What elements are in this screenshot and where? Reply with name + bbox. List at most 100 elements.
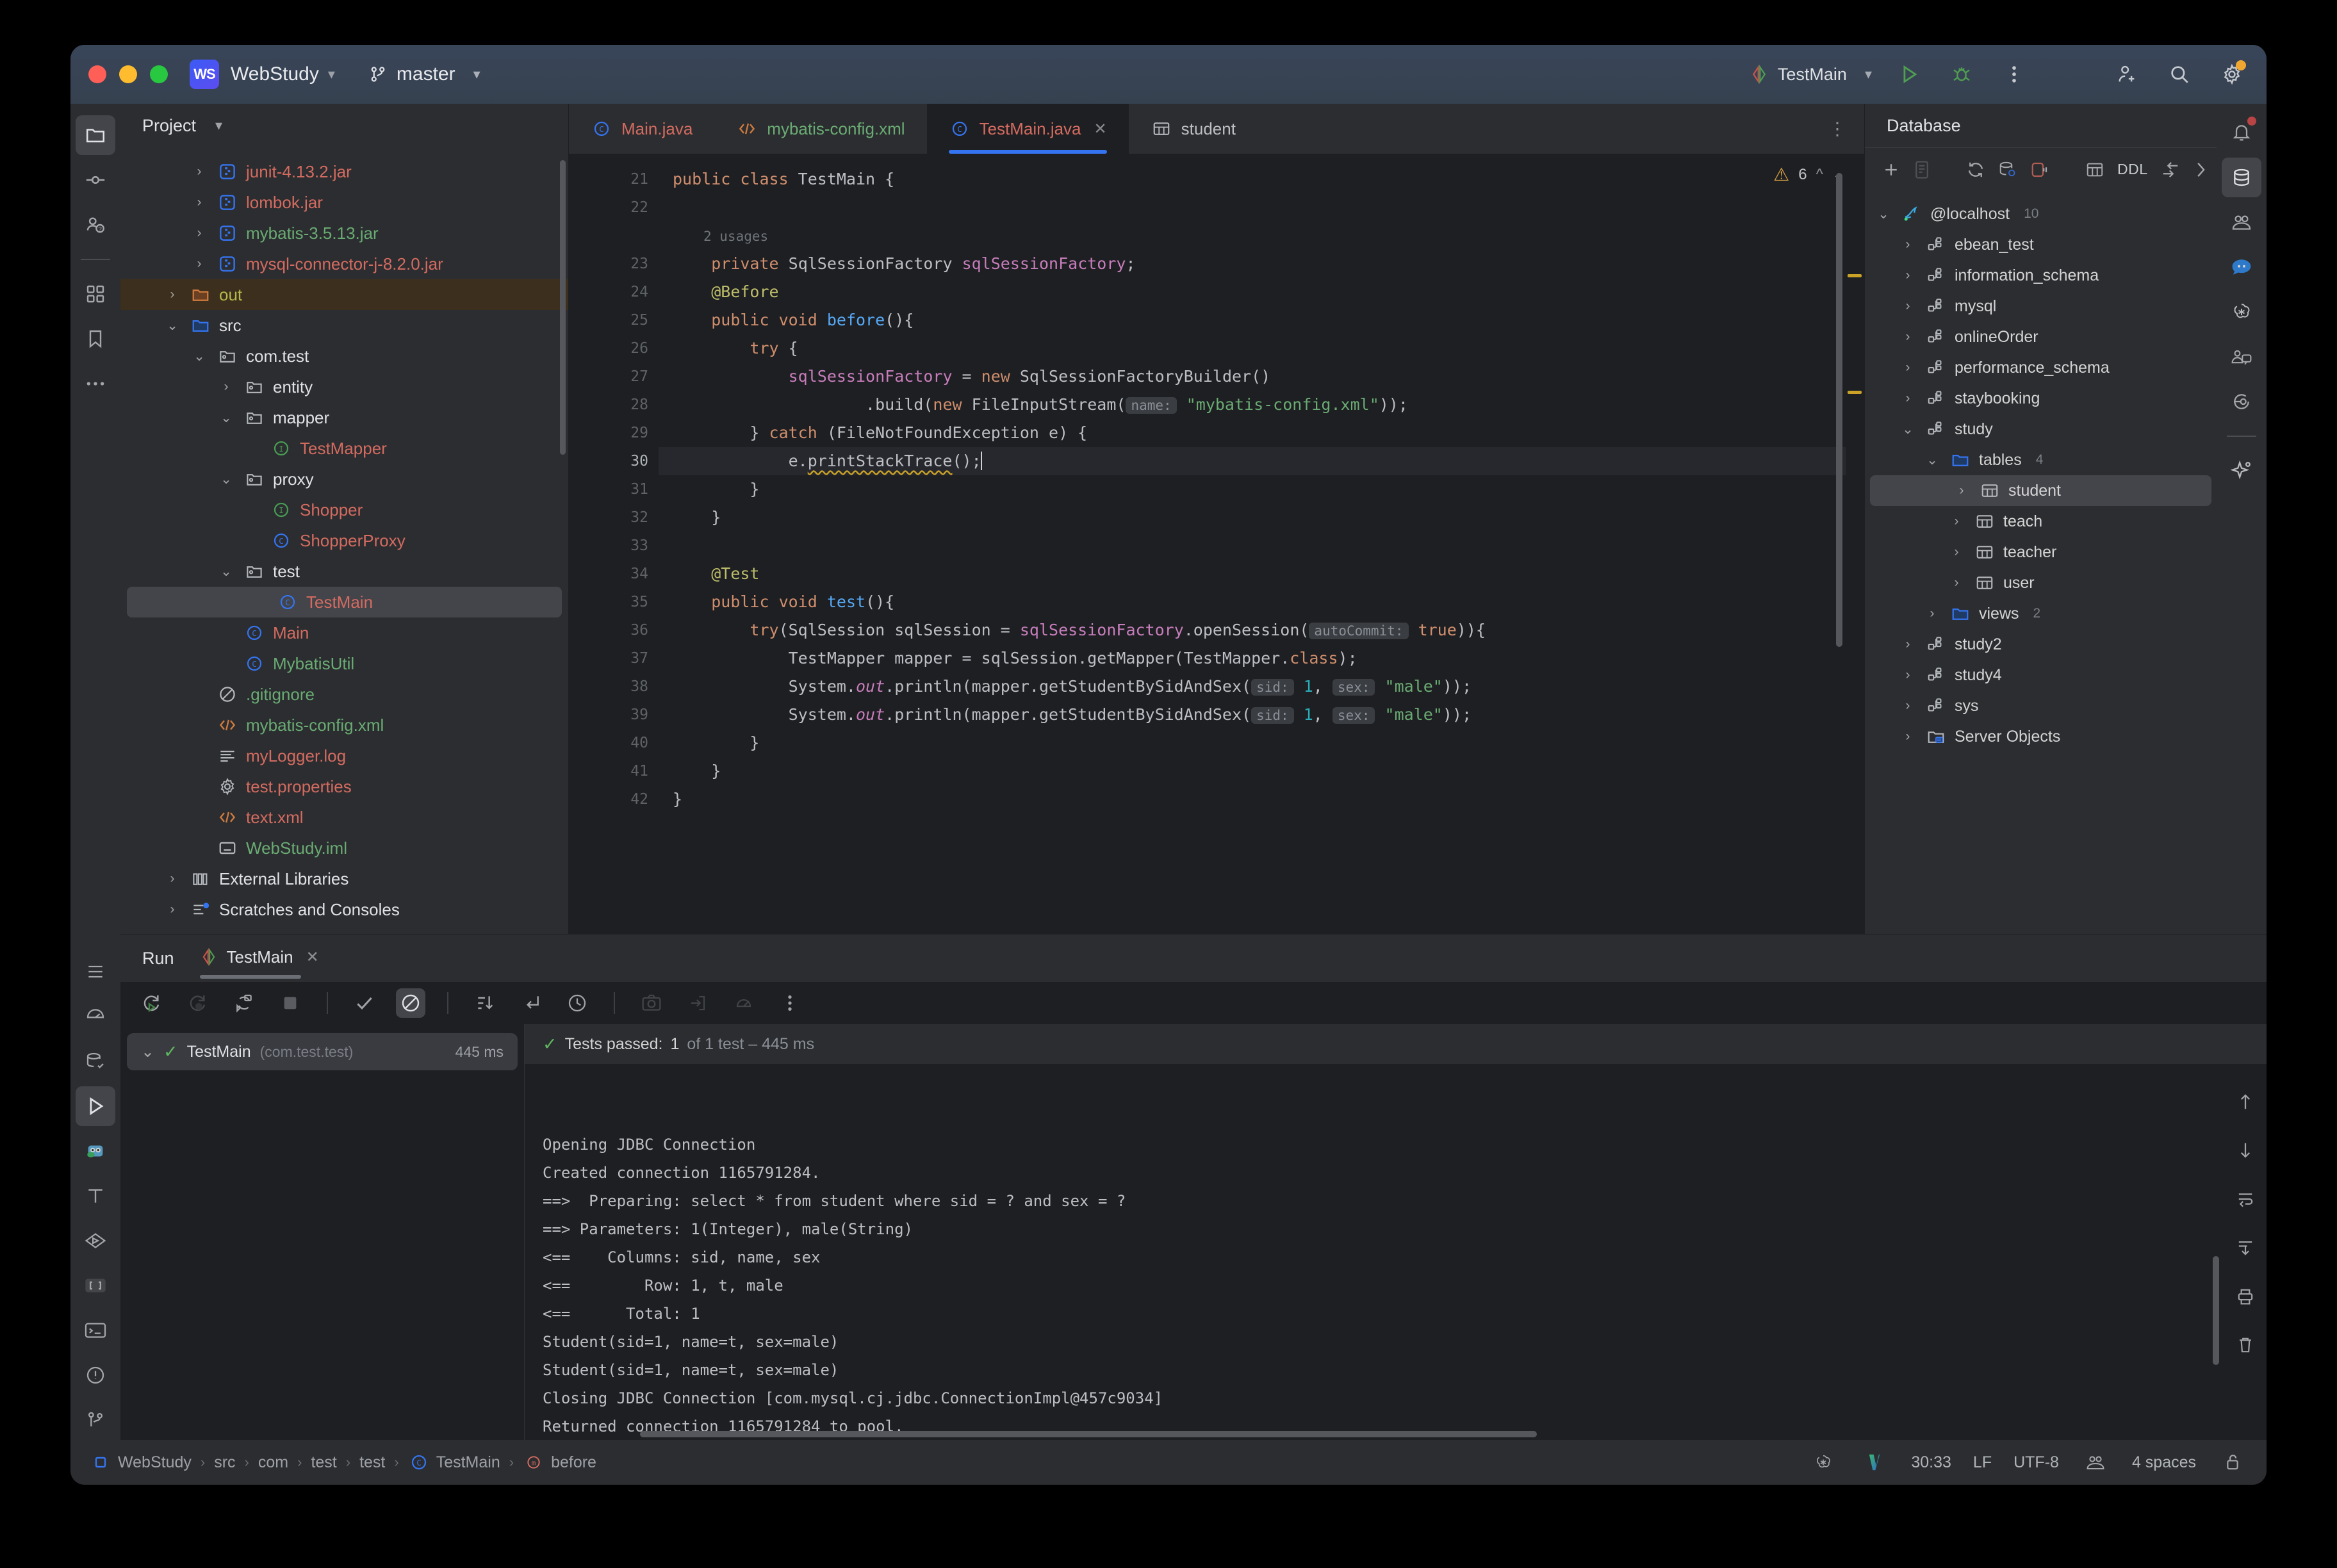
breadcrumb-item-test[interactable]: test xyxy=(359,1453,385,1472)
project-tree-item-mapper[interactable]: ⌄mapper xyxy=(120,402,568,433)
line-separator[interactable]: LF xyxy=(1973,1453,1992,1472)
database-tree-item-onlineorder[interactable]: ›onlineOrder xyxy=(1865,322,2217,352)
close-icon[interactable]: ✕ xyxy=(1094,120,1107,138)
breadcrumb-item-before[interactable]: mbefore xyxy=(523,1451,596,1473)
console-h-scrollbar[interactable] xyxy=(525,1431,2224,1437)
line-number-35[interactable]: 35 xyxy=(569,588,648,616)
project-tree-item-mybatis-config-xml[interactable]: mybatis-config.xml xyxy=(120,710,568,740)
project-tree-item-webstudy-iml[interactable]: WebStudy.iml xyxy=(120,833,568,863)
chevron-right-icon[interactable]: › xyxy=(1898,298,1917,314)
problems-tool-icon[interactable] xyxy=(76,1355,115,1395)
file-encoding[interactable]: UTF-8 xyxy=(2013,1453,2059,1472)
line-number-36[interactable]: 36 xyxy=(569,616,648,644)
more-actions-button[interactable] xyxy=(1999,59,2030,90)
line-number-28[interactable]: 28 xyxy=(569,391,648,419)
chevron-right-icon[interactable]: › xyxy=(190,195,209,210)
code-line[interactable]: public void test(){ xyxy=(659,588,1864,616)
database-tree-item-views[interactable]: ›views2 xyxy=(1865,598,2217,629)
chevron-right-icon[interactable]: › xyxy=(1898,637,1917,652)
code-with-me-icon[interactable] xyxy=(2222,337,2261,377)
chevron-down-icon[interactable]: ⌄ xyxy=(217,564,236,580)
project-tree-item-mysql-connector-j-8-2-0-jar[interactable]: ›mysql-connector-j-8.2.0.jar xyxy=(120,249,568,279)
line-number-41[interactable]: 41 xyxy=(569,757,648,785)
chevron-down-icon[interactable]: ⌄ xyxy=(217,471,236,487)
toggle-auto-test-button[interactable] xyxy=(229,988,259,1018)
line-number-38[interactable]: 38 xyxy=(569,673,648,701)
chevron-right-icon[interactable]: › xyxy=(1898,729,1917,744)
ddl-button[interactable]: DDL xyxy=(2117,161,2148,178)
code-hint-line[interactable]: 2 usages xyxy=(659,222,1864,250)
hide-ignored-button[interactable] xyxy=(396,988,425,1018)
code-line[interactable]: public void before(){ xyxy=(659,306,1864,334)
run-tab[interactable]: TestMain ✕ xyxy=(200,947,319,970)
build-tool-icon[interactable] xyxy=(76,1176,115,1216)
line-number-39[interactable]: 39 xyxy=(569,701,648,729)
code-line[interactable]: sqlSessionFactory = new SqlSessionFactor… xyxy=(659,363,1864,391)
project-tree-item-mybatis-3-5-13-jar[interactable]: ›mybatis-3.5.13.jar xyxy=(120,218,568,249)
line-number-30[interactable]: 30 xyxy=(569,447,648,475)
refresh-icon[interactable] xyxy=(1966,155,1985,184)
scroll-up-button[interactable] xyxy=(2231,1087,2260,1116)
chevron-right-icon[interactable]: › xyxy=(1898,391,1917,406)
disconnect-icon[interactable] xyxy=(2030,155,2049,184)
project-tree-item-testmapper[interactable]: ITestMapper xyxy=(120,433,568,464)
code-line[interactable] xyxy=(659,532,1864,560)
line-number-33[interactable]: 33 xyxy=(569,532,648,560)
line-number-gutter[interactable]: 2122232425262728293031323334353637383940… xyxy=(569,154,659,934)
console-scrollbar[interactable] xyxy=(2213,1256,2219,1365)
code-line[interactable]: } xyxy=(659,475,1864,503)
project-tree-item-junit-4-13-2-jar[interactable]: ›junit-4.13.2.jar xyxy=(120,156,568,187)
line-number-21[interactable]: 21 xyxy=(569,165,648,193)
screenshot-button[interactable] xyxy=(637,988,666,1018)
line-number-32[interactable]: 32 xyxy=(569,503,648,532)
scroll-down-button[interactable] xyxy=(2231,1136,2260,1165)
commit-tool-icon[interactable] xyxy=(76,160,115,200)
scroll-to-end-button[interactable] xyxy=(2231,1233,2260,1262)
run-button[interactable] xyxy=(1894,59,1924,90)
test-history-button[interactable] xyxy=(562,988,592,1018)
console-text[interactable]: Opening JDBC ConnectionCreated connectio… xyxy=(525,1064,2224,1440)
ai-assistant-icon[interactable] xyxy=(2222,202,2261,242)
services-tool-icon[interactable] xyxy=(76,1221,115,1261)
todo-tool-icon[interactable] xyxy=(76,952,115,992)
editor-tabs[interactable]: CMain.javamybatis-config.xmlCTestMain.ja… xyxy=(569,104,1864,154)
warning-marker[interactable] xyxy=(1848,391,1862,394)
ai-assistant-status-icon[interactable] xyxy=(2081,1448,2110,1477)
code-area[interactable]: 2122232425262728293031323334353637383940… xyxy=(569,154,1864,934)
database-tree-item-information-schema[interactable]: ›information_schema xyxy=(1865,260,2217,291)
chevron-down-icon[interactable]: ▾ xyxy=(328,66,335,83)
chat-bubble-icon[interactable] xyxy=(2222,247,2261,287)
soft-wrap-button[interactable] xyxy=(2231,1184,2260,1214)
sort-tests-button[interactable] xyxy=(470,988,500,1018)
project-tree-item-mybatisutil[interactable]: CMybatisUtil xyxy=(120,648,568,679)
database-tree[interactable]: ⌄@localhost10›ebean_test›information_sch… xyxy=(1865,191,2217,934)
database-tree-item-study2[interactable]: ›study2 xyxy=(1865,629,2217,660)
run-configuration-selector[interactable]: TestMain ▾ xyxy=(1750,65,1872,85)
project-tree-item-external-libraries[interactable]: ›External Libraries xyxy=(120,863,568,894)
ai-sparkle-icon[interactable] xyxy=(2222,451,2261,491)
usages-hint[interactable]: 2 usages xyxy=(703,229,768,244)
jump-to-console-icon[interactable] xyxy=(2161,155,2180,184)
maximize-window-button[interactable] xyxy=(150,65,168,83)
line-number-37[interactable]: 37 xyxy=(569,644,648,673)
chevron-down-icon[interactable]: ⌄ xyxy=(141,1042,154,1061)
chevron-right-icon[interactable]: › xyxy=(163,287,182,302)
add-datasource-icon[interactable] xyxy=(1882,155,1901,184)
debug-button[interactable] xyxy=(1946,59,1977,90)
editor-tab-testmain-java[interactable]: CTestMain.java✕ xyxy=(927,104,1129,154)
code-line[interactable]: @Before xyxy=(659,278,1864,306)
code-line[interactable]: @Test xyxy=(659,560,1864,588)
chevron-right-icon[interactable]: › xyxy=(217,379,236,395)
project-tree-item-testmain[interactable]: CTestMain xyxy=(127,587,562,617)
expand-toolbar-icon[interactable] xyxy=(2193,155,2208,184)
chevron-down-icon[interactable]: ⌄ xyxy=(1874,206,1893,222)
line-number-40[interactable]: 40 xyxy=(569,729,648,757)
version-control-icon[interactable] xyxy=(76,1400,115,1440)
project-tree-item-mylogger-log[interactable]: myLogger.log xyxy=(120,740,568,771)
database-tree-item-server-objects[interactable]: ›Server Objects xyxy=(1865,721,2217,752)
run-more-options-button[interactable] xyxy=(775,988,805,1018)
chevron-right-icon[interactable]: › xyxy=(1898,329,1917,345)
chevron-right-icon[interactable]: › xyxy=(1952,483,1971,498)
add-user-button[interactable] xyxy=(2112,59,2142,90)
project-tree-item-test[interactable]: ⌄test xyxy=(120,556,568,587)
